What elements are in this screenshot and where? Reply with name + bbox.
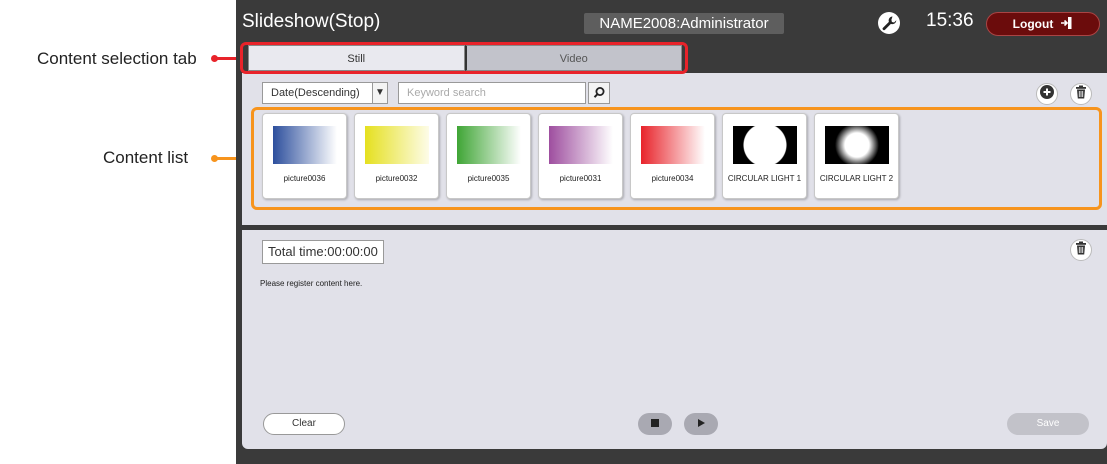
clear-button[interactable]: Clear bbox=[263, 413, 345, 435]
content-item[interactable]: picture0035 bbox=[446, 113, 531, 199]
thumbnail-image bbox=[733, 126, 797, 164]
content-item-label: picture0032 bbox=[375, 174, 418, 183]
thumbnail-image bbox=[457, 126, 521, 164]
trash-icon bbox=[1073, 240, 1089, 261]
register-hint: Please register content here. bbox=[260, 279, 363, 288]
content-item-label: CIRCULAR LIGHT 2 bbox=[819, 174, 894, 183]
content-item[interactable]: picture0036 bbox=[262, 113, 347, 199]
top-bar: Slideshow(Stop) NAME2008:Administrator 1… bbox=[236, 0, 1107, 44]
thumbnail-image bbox=[273, 126, 337, 164]
search-input[interactable] bbox=[398, 82, 586, 104]
playlist-panel: Total time:00:00:00 Please register cont… bbox=[242, 230, 1107, 449]
wrench-icon[interactable] bbox=[878, 12, 900, 34]
user-badge: NAME2008:Administrator bbox=[584, 13, 784, 34]
logout-button[interactable]: Logout bbox=[986, 12, 1100, 36]
plus-icon bbox=[1039, 84, 1055, 105]
logout-icon bbox=[1059, 16, 1073, 33]
content-panel: Date(Descending) ▼ Keyword search pictur… bbox=[242, 73, 1107, 225]
chevron-down-icon: ▼ bbox=[372, 83, 387, 103]
page-title: Slideshow(Stop) bbox=[242, 11, 381, 32]
callout-content-list: Content list bbox=[103, 148, 189, 167]
content-item[interactable]: picture0032 bbox=[354, 113, 439, 199]
content-selection-tabs: Still Video bbox=[248, 45, 682, 71]
play-icon bbox=[696, 415, 706, 433]
tab-still[interactable]: Still bbox=[248, 45, 465, 71]
content-item-label: picture0036 bbox=[283, 174, 326, 183]
search-button[interactable] bbox=[588, 82, 610, 104]
slideshow-app: Slideshow(Stop) NAME2008:Administrator 1… bbox=[236, 0, 1107, 464]
stop-button[interactable] bbox=[638, 413, 672, 435]
content-item[interactable]: picture0031 bbox=[538, 113, 623, 199]
stop-icon bbox=[650, 415, 660, 433]
clear-playlist-button[interactable] bbox=[1070, 239, 1092, 261]
content-item[interactable]: picture0034 bbox=[630, 113, 715, 199]
search-icon bbox=[589, 87, 609, 107]
sort-select[interactable]: Date(Descending) ▼ bbox=[262, 82, 388, 104]
save-button[interactable]: Save bbox=[1007, 413, 1089, 435]
sort-select-value: Date(Descending) bbox=[271, 87, 360, 99]
callout-dot-tab bbox=[211, 55, 218, 62]
clock: 15:36 bbox=[926, 10, 974, 31]
thumbnail-image bbox=[549, 126, 613, 164]
content-item-label: picture0035 bbox=[467, 174, 510, 183]
thumbnail-image bbox=[365, 126, 429, 164]
content-item[interactable]: CIRCULAR LIGHT 1 bbox=[722, 113, 807, 199]
content-item-label: picture0034 bbox=[651, 174, 694, 183]
thumbnail-image bbox=[641, 126, 705, 164]
play-button[interactable] bbox=[684, 413, 718, 435]
content-item[interactable]: CIRCULAR LIGHT 2 bbox=[814, 113, 899, 199]
thumbnail-image bbox=[825, 126, 889, 164]
content-item-label: picture0031 bbox=[559, 174, 602, 183]
total-time: Total time:00:00:00 bbox=[262, 240, 384, 264]
callout-dot-list bbox=[211, 155, 218, 162]
delete-content-button[interactable] bbox=[1070, 83, 1092, 105]
callout-content-selection-tab: Content selection tab bbox=[37, 49, 197, 68]
tab-video[interactable]: Video bbox=[464, 45, 682, 71]
trash-icon bbox=[1073, 84, 1089, 105]
content-item-label: CIRCULAR LIGHT 1 bbox=[727, 174, 802, 183]
content-list: picture0036 picture0032 picture0035 pict… bbox=[262, 113, 899, 199]
add-content-button[interactable] bbox=[1036, 83, 1058, 105]
logout-label: Logout bbox=[1012, 17, 1054, 31]
